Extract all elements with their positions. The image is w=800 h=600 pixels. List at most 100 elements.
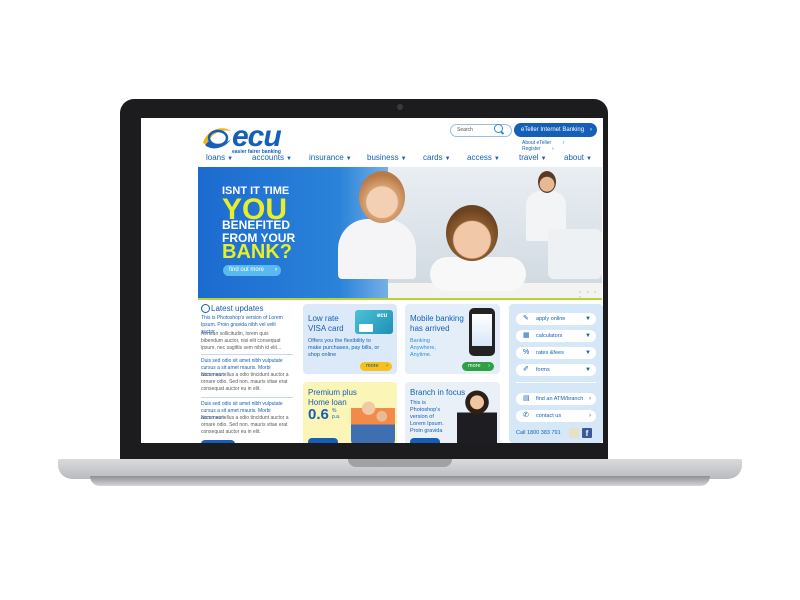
chevron-down-icon: ▼ [585, 316, 591, 322]
update-body-1: Aenean sollicitudin, lorem quis bibendum… [201, 331, 282, 351]
quick-links-sidebar: ✎ apply online ▼ ▦ calculators ▼ % rates… [509, 304, 603, 443]
phone-icon: ✆ [523, 412, 529, 419]
rss-icon[interactable] [569, 428, 579, 438]
smartphone-image [469, 308, 495, 356]
chevron-down-icon: ▼ [585, 333, 591, 339]
mobile-more-button[interactable]: more › [462, 362, 494, 371]
refresh-icon [201, 304, 210, 313]
nav-about[interactable]: about ▼ [564, 153, 592, 162]
mobile-desc-3: Anytime. [410, 352, 432, 358]
nav-access[interactable]: access ▼ [467, 153, 500, 162]
contact-us-button[interactable]: ✆ contact us › [516, 410, 596, 422]
branch-more-button[interactable] [410, 438, 440, 443]
branch-desc-3: version of [410, 414, 434, 420]
branch-desc-2: Photoshop's [410, 407, 441, 413]
nav-travel[interactable]: travel ▼ [519, 153, 547, 162]
chevron-down-icon: ▼ [400, 156, 407, 162]
find-out-more-button[interactable]: find out more › [223, 265, 281, 276]
visa-desc-2: make purchases, pay bills, or [308, 345, 380, 351]
couple-image [351, 392, 395, 443]
hero-boy-head [446, 205, 498, 261]
branch-staff-image [457, 390, 497, 443]
premium-rate-value: 0.6 [308, 406, 329, 423]
nav-loans[interactable]: loans ▼ [206, 153, 233, 162]
visa-desc-3: shop online [308, 352, 337, 358]
hero-divider [198, 298, 602, 300]
percent-icon: % [523, 349, 530, 356]
visa-card-promo[interactable]: ecu Low rate VISA card Offers you the fl… [303, 304, 397, 374]
chevron-down-icon: ▼ [444, 156, 451, 162]
hero-girl-head [359, 171, 405, 223]
latest-updates-title: Latest updates [211, 304, 264, 313]
forms-button[interactable]: ✐ forms ▼ [516, 364, 596, 376]
call-number: Call 1800 383 791 [516, 430, 561, 436]
hero-banner[interactable]: ISNT IT TIME YOU BENEFITED FROM YOUR BAN… [198, 167, 602, 298]
hero-headline-3: BENEFITED [222, 218, 291, 232]
premium-title-1: Premium plus [308, 388, 357, 397]
mobile-banking-promo[interactable]: Mobile banking has arrived Banking Anywh… [405, 304, 500, 374]
rates-fees-button[interactable]: % rates &fees ▼ [516, 347, 596, 359]
update-body-3: Nam nec tellus a odio tincidunt auctor a… [201, 415, 289, 435]
chevron-right-icon: › [386, 363, 388, 369]
premium-home-loan-promo[interactable]: Premium plus Home loan 0.6 % p.a. [303, 382, 397, 443]
eteller-label: eTeller Internet Banking [521, 127, 585, 133]
chevron-right-icon: › [589, 413, 591, 419]
eteller-button[interactable]: eTeller Internet Banking › [514, 123, 597, 137]
nav-business[interactable]: business ▼ [367, 153, 407, 162]
chevron-down-icon: ▼ [227, 156, 234, 162]
branch-desc-1: This is [410, 400, 426, 406]
card-chip [359, 324, 373, 332]
hero-headline-5: BANK? [222, 241, 292, 263]
register-link[interactable]: Register › [522, 146, 554, 152]
main-nav: loans ▼ accounts ▼ insurance ▼ business ▼ ca… [199, 153, 599, 165]
apply-online-button[interactable]: ✎ apply online ▼ [516, 313, 596, 325]
chevron-down-icon: ▼ [586, 156, 592, 162]
visa-more-button[interactable]: more › [360, 362, 392, 371]
webcam-icon [397, 104, 403, 110]
nav-insurance[interactable]: insurance ▼ [309, 153, 352, 162]
map-icon: ▤ [523, 395, 530, 402]
hero-woman-head [538, 171, 556, 193]
mobile-desc-1: Banking [410, 338, 430, 344]
chevron-right-icon: › [275, 267, 277, 273]
branch-in-focus-promo[interactable]: Branch in focus This is Photoshop's vers… [405, 382, 500, 443]
visa-card-image: ecu [355, 310, 393, 334]
nav-accounts[interactable]: accounts ▼ [252, 153, 292, 162]
sidebar-divider [516, 382, 596, 383]
calculators-button[interactable]: ▦ calculators ▼ [516, 330, 596, 342]
update-divider [201, 397, 293, 398]
laptop-base-edge [90, 476, 710, 486]
ecu-logo[interactable]: ecu easier fairer banking [201, 120, 291, 155]
top-links: About eTeller › Register › [522, 140, 603, 152]
chevron-right-icon: › [590, 127, 592, 133]
nav-cards[interactable]: cards ▼ [423, 153, 451, 162]
search-icon[interactable] [494, 124, 503, 133]
more-updates-button[interactable] [201, 440, 235, 443]
laptop-notch [348, 459, 452, 467]
pencil-icon: ✎ [523, 315, 529, 322]
chevron-down-icon: ▼ [493, 156, 500, 162]
calculator-icon: ▦ [523, 332, 530, 339]
card-logo-text: ecu [377, 313, 388, 319]
chevron-down-icon: ▼ [345, 156, 352, 162]
chevron-down-icon: ▼ [540, 156, 547, 162]
chevron-down-icon: ▼ [585, 350, 591, 356]
find-atm-branch-button[interactable]: ▤ find an ATM/branch › [516, 393, 596, 405]
branch-title: Branch in focus [410, 388, 466, 397]
mobile-desc-2: Anywhere, [410, 345, 436, 351]
branch-desc-4: Lorem Ipsum. [410, 421, 444, 427]
carousel-dots[interactable]: ● ● ● ● [579, 289, 602, 298]
visa-desc-1: Offers you the flexibility to [308, 338, 371, 344]
update-body-2: Nam nec tellus a odio tincidunt auctor a… [201, 372, 289, 392]
branch-desc-5: Proin gravida [410, 428, 443, 434]
mobile-title-1: Mobile banking [410, 314, 464, 323]
hero-couch [548, 229, 602, 279]
hero-boy-figure [430, 257, 526, 291]
premium-more-button[interactable] [308, 438, 338, 443]
hero-girl-figure [338, 219, 416, 279]
chevron-down-icon: ▼ [585, 367, 591, 373]
update-divider [201, 354, 293, 355]
premium-rate-unit: % p.a. [332, 408, 341, 420]
facebook-icon[interactable]: f [582, 428, 592, 438]
visa-title-2: VISA card [308, 324, 344, 333]
